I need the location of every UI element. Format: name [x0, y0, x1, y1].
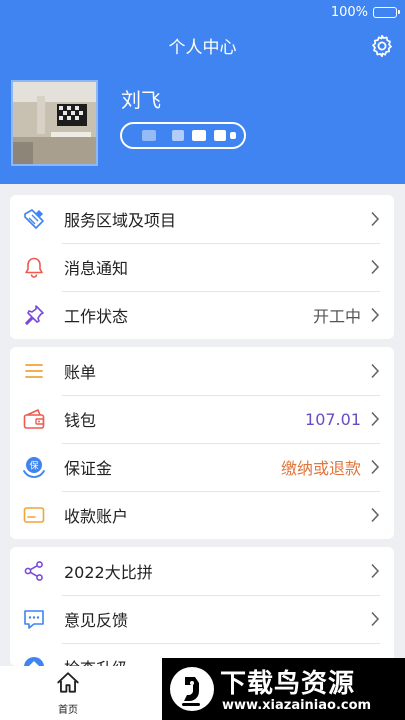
tab-home[interactable]: 首页: [46, 670, 90, 716]
list-icon: [25, 364, 43, 378]
bird-logo-icon: [170, 667, 214, 711]
chevron-right-icon: [371, 211, 380, 227]
menu-item-label: 检查升级: [64, 655, 128, 666]
menu-item-label: 账单: [64, 363, 97, 382]
menu-card-finance: 账单 钱包 107.01 保 保证金 缴纳或退款 收款账户: [10, 347, 394, 539]
pin-icon: [25, 305, 44, 325]
menu-item-service-area[interactable]: 服务区域及项目: [10, 195, 394, 243]
chevron-right-icon: [371, 507, 380, 523]
deposit-action[interactable]: 缴纳或退款: [281, 455, 361, 479]
status-bar: 100%: [330, 3, 400, 21]
feedback-icon: [24, 610, 44, 629]
chevron-right-icon: [371, 363, 380, 379]
watermark-banner: 下载鸟资源 www.xiazainiao.com: [162, 658, 405, 720]
avatar-photo: [13, 82, 96, 164]
watermark-url: www.xiazainiao.com: [222, 698, 372, 713]
menu-card-account: 服务区域及项目 消息通知 工作状态 开工中: [10, 195, 394, 339]
menu-card-other: 2022大比拼 意见反馈 检查升级: [10, 547, 394, 666]
wallet-balance: 107.01: [305, 409, 361, 429]
deposit-icon: 保: [23, 457, 45, 478]
svg-text:保: 保: [29, 460, 38, 472]
menu-item-notifications[interactable]: 消息通知: [10, 243, 394, 291]
chevron-right-icon: [371, 459, 380, 475]
profile-header: 100% 个人中心 刘飞: [0, 0, 405, 184]
battery-icon: [373, 6, 400, 18]
chevron-right-icon: [371, 411, 380, 427]
chevron-right-icon: [371, 611, 380, 627]
menu-item-deposit[interactable]: 保 保证金 缴纳或退款: [10, 443, 394, 491]
menu-item-bills[interactable]: 账单: [10, 347, 394, 395]
user-name: 刘飞: [121, 88, 161, 112]
menu-item-label: 保证金: [64, 459, 113, 478]
menu-item-payout-account[interactable]: 收款账户: [10, 491, 394, 539]
home-icon: [57, 672, 79, 693]
work-status-value: 开工中: [312, 307, 361, 326]
bell-icon: [25, 257, 43, 278]
chevron-right-icon: [371, 259, 380, 275]
battery-percent: 100%: [330, 4, 368, 20]
page-title: 个人中心: [168, 38, 237, 58]
menu-item-label: 2022大比拼: [64, 563, 153, 582]
card-icon: [23, 507, 45, 523]
menu-item-feedback[interactable]: 意见反馈: [10, 595, 394, 643]
avatar[interactable]: [11, 80, 98, 166]
share-icon: [24, 561, 43, 581]
menu-item-work-status[interactable]: 工作状态 开工中: [10, 291, 394, 339]
service-area-icon: [24, 209, 44, 229]
watermark-title: 下载鸟资源: [220, 669, 356, 699]
wallet-icon: [23, 409, 45, 429]
chevron-right-icon: [371, 563, 380, 579]
menu-item-wallet[interactable]: 钱包 107.01: [10, 395, 394, 443]
menu-item-label: 服务区域及项目: [64, 211, 177, 230]
phone-badge: [120, 122, 246, 149]
chevron-right-icon: [371, 307, 380, 323]
menu-item-label: 意见反馈: [64, 611, 129, 630]
gear-icon[interactable]: [369, 33, 395, 59]
menu-item-competition[interactable]: 2022大比拼: [10, 547, 394, 595]
menu-item-label: 收款账户: [64, 507, 129, 526]
menu-item-label: 消息通知: [64, 259, 129, 278]
menu-item-label: 钱包: [64, 411, 97, 430]
upgrade-icon: [24, 657, 44, 666]
tab-home-label: 首页: [58, 705, 78, 716]
menu-item-label: 工作状态: [64, 307, 129, 326]
